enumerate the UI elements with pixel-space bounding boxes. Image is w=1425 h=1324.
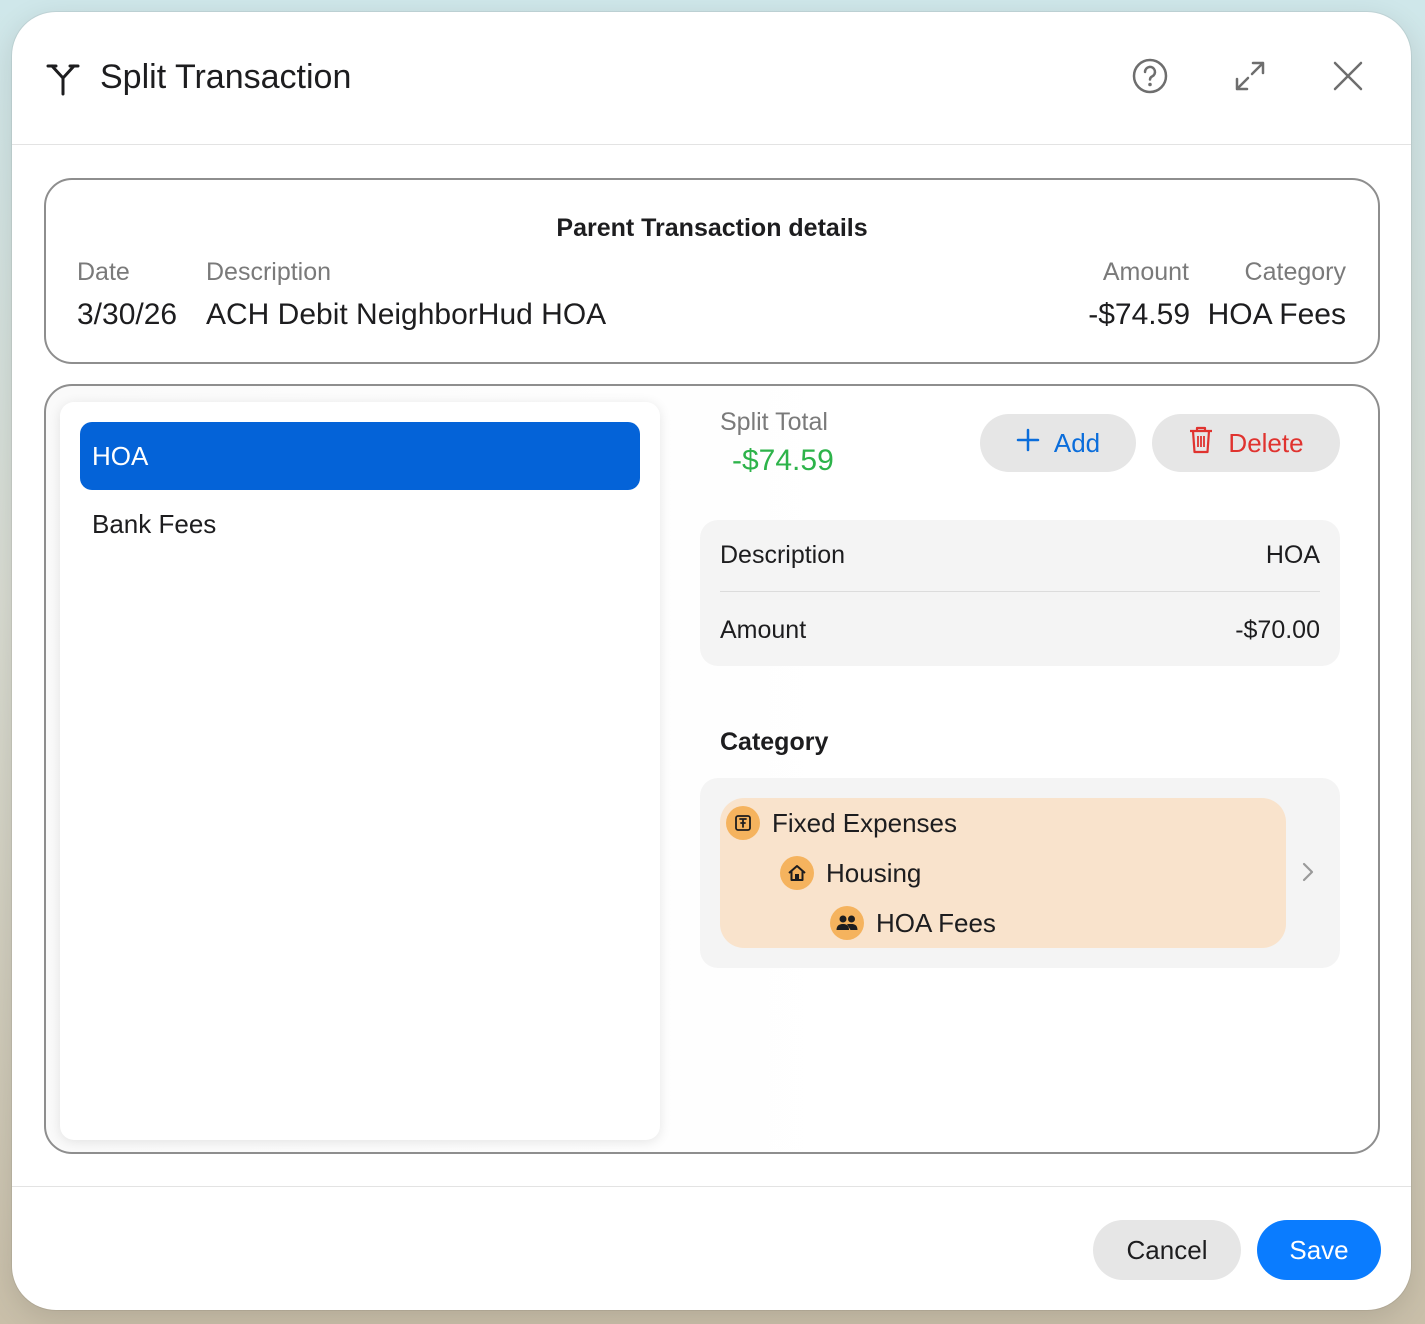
save-button[interactable]: Save <box>1257 1220 1381 1280</box>
split-total-value: -$74.59 <box>732 444 834 477</box>
house-icon <box>780 856 814 890</box>
delete-button[interactable]: Delete <box>1152 414 1340 472</box>
add-button[interactable]: Add <box>980 414 1136 472</box>
parent-transaction-card: Parent Transaction details Date Descript… <box>44 178 1380 364</box>
trash-icon <box>1188 425 1214 462</box>
help-button[interactable] <box>1128 56 1172 100</box>
close-button[interactable] <box>1326 56 1370 100</box>
delete-button-label: Delete <box>1228 427 1304 458</box>
close-x-icon <box>1332 60 1364 97</box>
detail-description-value[interactable]: HOA <box>1266 541 1320 570</box>
footer-divider <box>12 1186 1411 1187</box>
people-icon <box>830 906 864 940</box>
category-picker[interactable]: Fixed Expenses Housing HOA Fees <box>700 778 1340 968</box>
split-icon <box>46 60 80 96</box>
category-level-1-label: Fixed Expenses <box>772 807 957 838</box>
amount-label: Amount <box>1102 258 1189 286</box>
category-label: Category <box>1244 258 1346 286</box>
cancel-button[interactable]: Cancel <box>1093 1220 1241 1280</box>
expand-button[interactable] <box>1228 56 1272 100</box>
question-circle-icon <box>1130 56 1170 101</box>
split-transaction-dialog: Split Transaction Parent Transaction det… <box>12 12 1411 1310</box>
amount-row[interactable]: Amount -$70.00 <box>720 594 1320 666</box>
description-value: ACH Debit NeighborHud HOA <box>206 298 607 331</box>
dialog-header: Split Transaction <box>12 12 1411 145</box>
category-level-2: Housing <box>780 856 921 890</box>
split-total-label: Split Total <box>720 408 828 436</box>
split-list: HOA Bank Fees <box>60 402 660 1140</box>
category-value: HOA Fees <box>1207 298 1346 331</box>
split-detail-form: Description HOA Amount -$70.00 <box>700 520 1340 666</box>
add-button-label: Add <box>1053 427 1101 458</box>
expand-arrows-icon <box>1233 59 1267 98</box>
dialog-title: Split Transaction <box>100 58 352 96</box>
category-path: Fixed Expenses Housing HOA Fees <box>720 798 1286 948</box>
detail-description-label: Description <box>720 541 846 569</box>
category-level-1: Fixed Expenses <box>726 806 957 840</box>
split-item-hoa[interactable]: HOA <box>80 422 640 490</box>
chevron-right-icon <box>1300 860 1316 889</box>
date-label: Date <box>77 258 130 286</box>
category-level-3: HOA Fees <box>830 906 996 940</box>
pushpin-icon <box>726 806 760 840</box>
description-label: Description <box>206 258 332 286</box>
plus-icon <box>1016 428 1040 459</box>
date-value: 3/30/26 <box>77 298 178 331</box>
split-item-bank-fees[interactable]: Bank Fees <box>80 490 640 558</box>
category-level-3-label: HOA Fees <box>876 907 996 938</box>
description-row[interactable]: Description HOA <box>720 520 1320 592</box>
parent-heading: Parent Transaction details <box>556 214 868 242</box>
category-level-2-label: Housing <box>826 857 922 888</box>
category-heading: Category <box>720 728 829 756</box>
amount-value: -$74.59 <box>1088 298 1190 331</box>
detail-amount-value[interactable]: -$70.00 <box>1235 616 1320 645</box>
detail-amount-label: Amount <box>720 615 807 644</box>
split-editor: HOA Bank Fees Split Total -$74.59 Add De… <box>44 384 1380 1154</box>
